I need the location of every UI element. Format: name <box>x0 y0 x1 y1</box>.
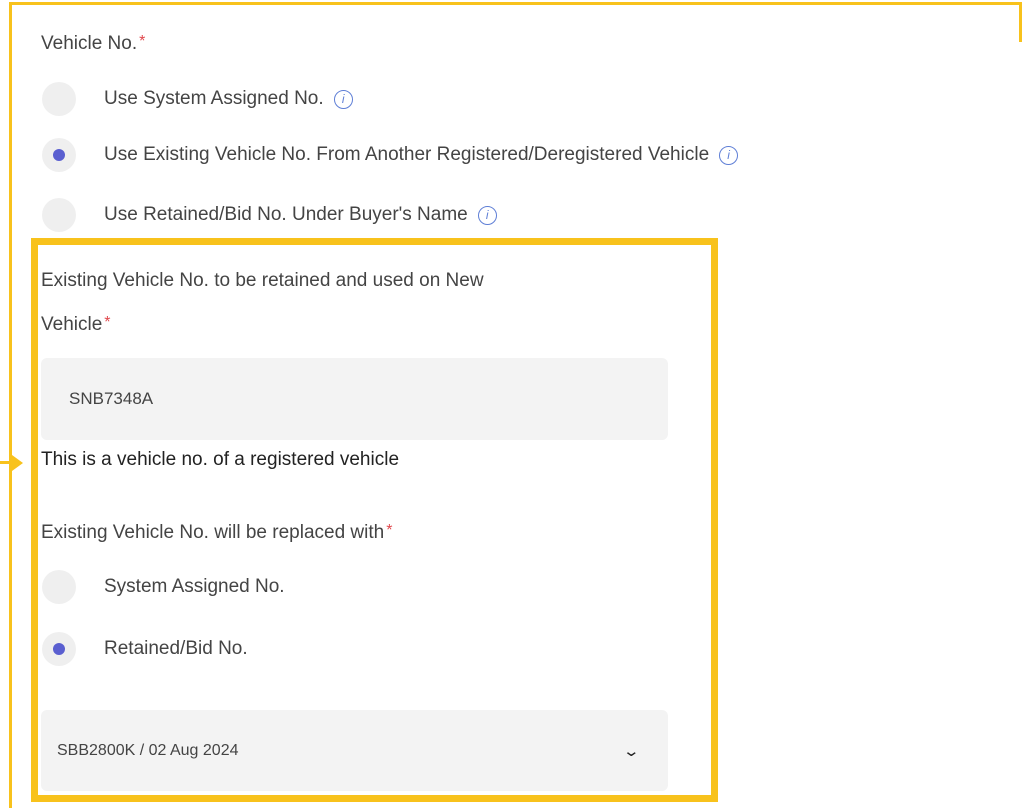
radio-button[interactable] <box>42 82 76 116</box>
existing-vehicle-label-line2: Vehicle * <box>41 314 111 335</box>
replacement-label: Existing Vehicle No. will be replaced wi… <box>41 522 393 543</box>
info-icon[interactable]: i <box>333 89 353 109</box>
existing-vehicle-value: SNB7348A <box>69 389 154 408</box>
radio-button-checked[interactable] <box>42 632 76 666</box>
required-mark: * <box>104 314 111 331</box>
radio-option-retained-bid[interactable]: Use Retained/Bid No. Under Buyer's Name … <box>42 198 497 232</box>
existing-vehicle-label: Existing Vehicle No. to be retained and … <box>41 270 484 291</box>
info-icon[interactable]: i <box>477 205 497 225</box>
required-mark: * <box>386 522 393 539</box>
radio-option-existing-vehicle[interactable]: Use Existing Vehicle No. From Another Re… <box>42 138 739 172</box>
radio-button-checked[interactable] <box>42 138 76 172</box>
required-mark: * <box>139 33 146 50</box>
retained-bid-select[interactable]: SBB2800K / 02 Aug 2024 ⌄ <box>41 710 668 791</box>
radio-option-system-assigned[interactable]: Use System Assigned No. i <box>42 82 353 116</box>
chevron-down-icon[interactable]: ⌄ <box>623 742 641 760</box>
pointer-arrow-icon <box>12 455 23 471</box>
vehicle-status-hint: This is a vehicle no. of a registered ve… <box>41 449 400 470</box>
info-icon[interactable]: i <box>719 145 739 165</box>
radio-option-retained-bid-replacement[interactable]: Retained/Bid No. <box>42 632 248 666</box>
vehicle-no-label: Vehicle No. * <box>41 33 146 54</box>
radio-button[interactable] <box>42 570 76 604</box>
radio-option-system-assigned-replacement[interactable]: System Assigned No. <box>42 570 285 604</box>
retained-bid-selected-value: SBB2800K / 02 Aug 2024 <box>57 741 239 759</box>
existing-vehicle-input[interactable]: SNB7348A <box>41 358 668 440</box>
radio-button[interactable] <box>42 198 76 232</box>
